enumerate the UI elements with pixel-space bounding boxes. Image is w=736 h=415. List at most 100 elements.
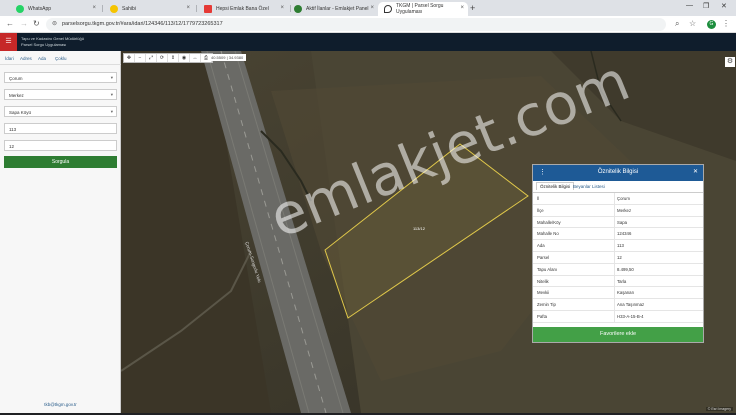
- profile-avatar[interactable]: G: [707, 20, 716, 29]
- zoom-extent-icon[interactable]: ⤢: [146, 54, 157, 62]
- attribute-value: Ana Taşınmaz: [617, 302, 645, 308]
- query-tabs: İdari Adres Ada Çoklu: [0, 53, 121, 65]
- close-tab-icon[interactable]: ×: [280, 5, 284, 11]
- url-text: parselsorgu.tkgm.gov.tr/#ara/idari/12434…: [62, 21, 223, 27]
- table-row: İl Çorum: [533, 193, 703, 205]
- column-divider: [614, 204, 615, 216]
- app-header: ☰ Tapu ve Kadastro Genel Müdürlüğü Parse…: [0, 33, 736, 51]
- add-to-favorites-button[interactable]: Favorilere ekle: [533, 327, 703, 342]
- close-tab-icon[interactable]: ×: [92, 5, 96, 11]
- table-row: Ada 113: [533, 240, 703, 252]
- locate-icon[interactable]: ◉: [179, 54, 190, 62]
- hamburger-menu-icon[interactable]: ☰: [0, 33, 17, 51]
- tab-tkgm[interactable]: TKGM | Parsel Sorgu Uygulaması ×: [378, 2, 468, 16]
- gear-icon[interactable]: ⚙: [725, 57, 735, 67]
- sahibinden-icon: [110, 5, 118, 13]
- minimize-icon[interactable]: —: [686, 2, 693, 9]
- attributes-tabs: Öznitelik Bilgisi Beyanlar Listesi: [533, 181, 703, 193]
- new-tab-button[interactable]: +: [470, 3, 475, 13]
- table-row: Nitelik Tarla: [533, 275, 703, 288]
- attribute-key: Pafta: [537, 313, 548, 319]
- zoom-icon[interactable]: ⌕: [675, 19, 679, 29]
- app-subtitle: Parsel Sorgu Uygulaması: [21, 42, 67, 47]
- attribute-value: Merkez: [617, 207, 632, 213]
- site-info-icon[interactable]: ⊜: [52, 20, 57, 27]
- district-select[interactable]: Merkez ▾: [4, 89, 117, 100]
- attribute-value: 124346: [617, 231, 632, 237]
- map-attribution: © Esri Imagery: [705, 407, 733, 411]
- attribute-key: Mahalle No: [537, 231, 559, 237]
- whatsapp-icon: [16, 5, 24, 13]
- attribute-key: İl: [537, 196, 540, 201]
- measure-icon[interactable]: ↔: [190, 54, 201, 62]
- attribute-value: 113: [617, 243, 624, 249]
- column-divider: [614, 251, 615, 263]
- tab-attributes[interactable]: Öznitelik Bilgisi: [536, 182, 575, 190]
- forward-icon[interactable]: →: [20, 19, 28, 28]
- query-button[interactable]: Sorgula: [4, 156, 117, 168]
- address-bar: ← → ↻ ⊜ parselsorgu.tkgm.gov.tr/#ara/ida…: [0, 16, 736, 33]
- column-divider: [614, 310, 615, 322]
- tab-ada[interactable]: Ada: [38, 56, 46, 61]
- move-icon[interactable]: ⇕: [168, 54, 179, 62]
- window-close-icon[interactable]: ✕: [721, 2, 727, 10]
- close-tab-icon[interactable]: ×: [186, 5, 190, 11]
- table-row: İlçe Merkez: [533, 204, 703, 217]
- table-row: Mevkii Kaşanan: [533, 287, 703, 300]
- query-panel: İdari Adres Ada Çoklu Çorum ▾ Merkez ▾ S…: [0, 51, 121, 413]
- attribute-key: Zemin Tip: [537, 302, 556, 308]
- rotate-icon[interactable]: ⟳: [157, 54, 168, 62]
- block-input[interactable]: 113: [4, 123, 117, 134]
- maximize-icon[interactable]: ❐: [703, 2, 709, 10]
- attribute-key: Parsel: [537, 254, 550, 260]
- close-tab-icon[interactable]: ×: [460, 5, 464, 11]
- back-icon[interactable]: ←: [6, 19, 14, 28]
- tab-label: Aktif İlanlar - Emlakjet Panel: [306, 6, 369, 12]
- neighborhood-value: Sapa Köyü: [9, 110, 32, 115]
- column-divider: [614, 216, 615, 228]
- tab-emlakjet[interactable]: Aktif İlanlar - Emlakjet Panel ×: [288, 2, 378, 16]
- more-menu-icon[interactable]: ⋮: [722, 19, 730, 28]
- app-title: Tapu ve Kadastro Genel Müdürlüğü: [21, 36, 84, 41]
- close-tab-icon[interactable]: ×: [370, 5, 374, 11]
- parcel-input[interactable]: 12: [4, 140, 117, 151]
- column-divider: [614, 287, 615, 299]
- attribute-key: Ada: [537, 243, 545, 249]
- attribute-value: Kaşanan: [617, 290, 634, 296]
- browser-tab-bar: WhatsApp × Sahibi × Hepsi Emlak Bana Öze…: [0, 0, 736, 16]
- tab-adres[interactable]: Adres: [20, 56, 32, 61]
- contact-email-link[interactable]: tkb@tkgm.gov.tr: [0, 402, 121, 407]
- url-field[interactable]: ⊜ parselsorgu.tkgm.gov.tr/#ara/idari/124…: [46, 18, 666, 31]
- attribute-key: Tapu Alanı: [537, 266, 558, 272]
- tab-whatsapp[interactable]: WhatsApp ×: [10, 2, 100, 16]
- table-row: Mahalle No 124346: [533, 228, 703, 241]
- district-value: Merkez: [9, 93, 24, 98]
- tab-hepsiemlak[interactable]: Hepsi Emlak Bana Özel ×: [198, 2, 288, 16]
- zoom-out-icon[interactable]: −: [135, 54, 146, 62]
- close-icon[interactable]: ✕: [693, 168, 698, 175]
- tab-coklu[interactable]: Çoklu: [55, 56, 67, 61]
- map-toolbar: ✥ − ⤢ ⟳ ⇕ ◉ ↔ ⎙: [123, 53, 213, 63]
- column-divider: [614, 275, 615, 287]
- emlakjet-icon: [294, 5, 302, 13]
- neighborhood-select[interactable]: Sapa Köyü ▾: [4, 106, 117, 117]
- hepsiemlak-icon: [204, 5, 212, 13]
- attribute-key: İlçe: [537, 207, 544, 213]
- pan-icon[interactable]: ✥: [124, 54, 135, 62]
- bookmark-star-icon[interactable]: ☆: [689, 19, 696, 28]
- tab-idari[interactable]: İdari: [5, 56, 14, 61]
- column-divider: [614, 228, 615, 240]
- map-pin-icon: [384, 5, 392, 13]
- column-divider: [614, 240, 615, 251]
- panel-title: Öznitelik Bilgisi: [597, 169, 639, 175]
- province-select[interactable]: Çorum ▾: [4, 72, 117, 83]
- table-row: Mahalle/Köy Sapa: [533, 216, 703, 229]
- column-divider: [614, 263, 615, 275]
- parcel-label: 113/12: [413, 226, 425, 231]
- tab-sahibi[interactable]: Sahibi ×: [104, 2, 194, 16]
- province-value: Çorum: [9, 76, 23, 81]
- chevron-down-icon: ▾: [110, 92, 113, 97]
- tab-declarations[interactable]: Beyanlar Listesi: [573, 184, 605, 189]
- attribute-value: H33-A-15-B-4: [617, 313, 644, 319]
- reload-icon[interactable]: ↻: [33, 19, 40, 28]
